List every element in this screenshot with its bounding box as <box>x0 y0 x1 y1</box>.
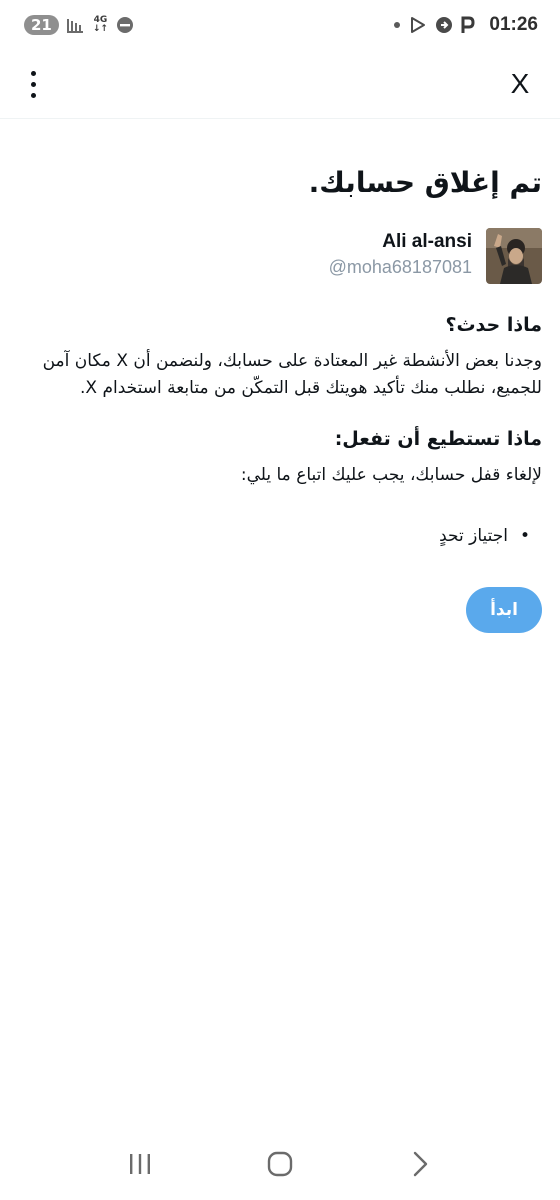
status-left: 21 4G ↓↑ <box>24 15 134 35</box>
menu-dot <box>30 81 36 87</box>
menu-dot <box>30 70 36 76</box>
step-label: اجتياز تحدٍ <box>439 526 508 546</box>
menu-dot <box>30 92 36 98</box>
top-app-bar: X <box>0 52 560 119</box>
home-icon[interactable] <box>255 1144 305 1184</box>
what-you-can-do-body: لإلغاء قفل حسابك، يجب عليك اتباع ما يلي: <box>240 465 542 485</box>
main-content: تم إغلاق حسابك. Ali al-ansi @moha6818708… <box>26 150 542 633</box>
what-happened-body: وجدنا بعض الأنشطة غير المعتادة على حسابك… <box>42 351 542 398</box>
network-4g-icon: 4G ↓↑ <box>93 16 108 34</box>
account-info: Ali al-ansi @moha68187081 <box>26 228 542 284</box>
bullet-icon: • <box>519 526 530 546</box>
status-bar: 21 4G ↓↑ 01:26 <box>0 0 560 50</box>
steps-list: • اجتياز تحدٍ <box>26 523 542 549</box>
clock: 01:26 <box>489 14 538 35</box>
start-button[interactable]: ابدأ <box>466 587 542 633</box>
what-you-can-do-heading: ماذا تستطيع أن تفعل: <box>334 428 542 450</box>
close-button[interactable]: X <box>502 66 538 102</box>
account-handle: @moha68187081 <box>328 257 472 277</box>
avatar <box>486 228 542 284</box>
more-vertical-icon[interactable] <box>20 64 46 104</box>
signal-bars-icon <box>66 17 85 33</box>
app-icon <box>435 16 453 34</box>
recent-apps-icon[interactable] <box>115 1144 165 1184</box>
do-not-disturb-icon <box>116 16 134 34</box>
network-arrows: ↓↑ <box>92 24 108 34</box>
what-happened-heading: ماذا حدث؟ <box>445 314 542 336</box>
display-name: Ali al-ansi <box>382 231 472 252</box>
account-text: Ali al-ansi @moha68187081 <box>329 228 472 280</box>
play-store-icon <box>409 16 427 34</box>
system-nav-bar <box>0 1128 560 1200</box>
parking-icon <box>461 16 475 34</box>
page-title: تم إغلاق حسابك. <box>308 166 542 199</box>
notification-count-badge: 21 <box>24 15 59 35</box>
list-item: • اجتياز تحدٍ <box>26 523 530 549</box>
back-icon[interactable] <box>395 1144 445 1184</box>
status-right: 01:26 <box>393 14 538 36</box>
dot-icon <box>393 21 401 29</box>
